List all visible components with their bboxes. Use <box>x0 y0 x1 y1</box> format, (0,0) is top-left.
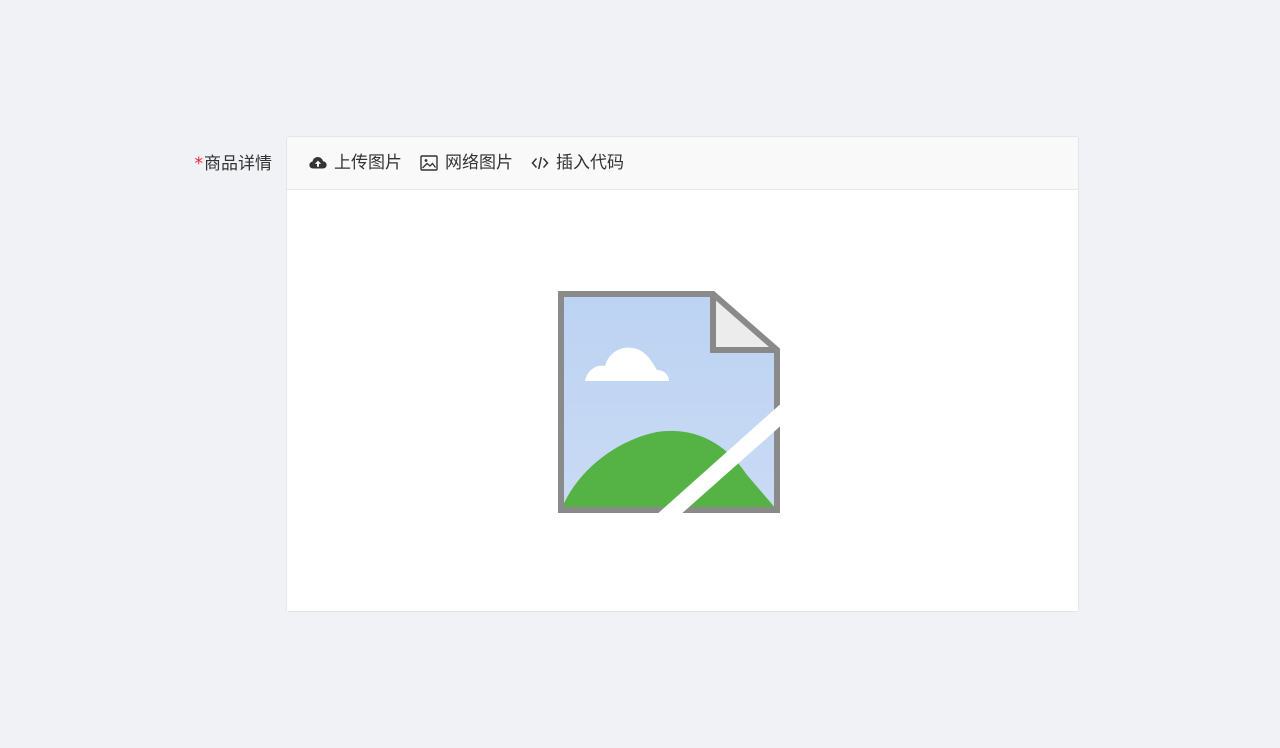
editor-toolbar: 上传图片 网络图片 插入代码 <box>287 137 1078 190</box>
network-image-button[interactable]: 网络图片 <box>419 151 513 175</box>
insert-code-button[interactable]: 插入代码 <box>530 151 624 175</box>
upload-image-label: 上传图片 <box>334 153 402 173</box>
cloud-upload-icon <box>308 153 328 173</box>
editor-content-area[interactable] <box>287 190 1078 611</box>
form-label: *商品详情 <box>170 152 273 176</box>
rich-text-editor: 上传图片 网络图片 插入代码 <box>286 136 1079 612</box>
product-detail-form-row: *商品详情 上传图片 网络图片 插入代码 <box>0 136 1280 612</box>
required-mark: * <box>194 154 204 174</box>
code-icon <box>530 153 550 173</box>
network-image-label: 网络图片 <box>445 153 513 173</box>
insert-code-label: 插入代码 <box>556 153 624 173</box>
form-label-text: 商品详情 <box>204 154 272 174</box>
image-icon <box>419 153 439 173</box>
broken-image-icon <box>558 291 781 514</box>
upload-image-button[interactable]: 上传图片 <box>308 151 402 175</box>
